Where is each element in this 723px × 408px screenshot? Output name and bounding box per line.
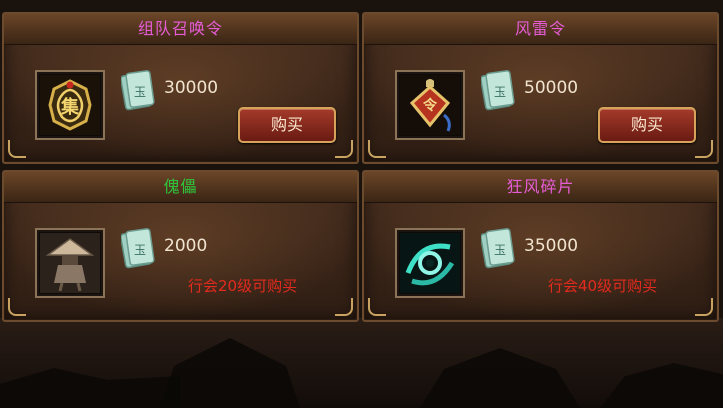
puppet-icon	[40, 233, 100, 293]
guild-level-requirement: 行会40级可购买	[548, 277, 658, 295]
item-price: 30000	[164, 78, 219, 98]
background-scenery	[0, 318, 723, 408]
ornament-corner	[8, 298, 26, 316]
wind-thunder-token-icon: 令	[400, 75, 460, 135]
ornament-corner	[695, 140, 713, 158]
ornament-corner	[368, 298, 386, 316]
ornament-corner	[368, 140, 386, 158]
svg-text:玉: 玉	[494, 85, 506, 99]
item-title: 傀儡	[4, 172, 357, 203]
jade-coupon-icon: 玉	[121, 228, 155, 269]
item-slot[interactable]	[35, 228, 105, 298]
item-title: 风雷令	[364, 14, 717, 45]
svg-text:玉: 玉	[134, 243, 146, 257]
svg-text:令: 令	[422, 97, 438, 114]
team-summon-token-icon: 集	[40, 75, 100, 135]
ornament-corner	[335, 298, 353, 316]
item-price: 2000	[164, 236, 208, 256]
svg-text:集: 集	[60, 96, 80, 118]
item-price: 50000	[524, 78, 579, 98]
ornament-corner	[8, 140, 26, 158]
jade-coupon-icon: 玉	[121, 70, 155, 111]
jade-coupon-icon: 玉	[481, 70, 515, 111]
shop-card-gale-fragment: 狂风碎片 玉 35000 行会40级可购买	[362, 170, 719, 322]
item-slot[interactable]: 令	[395, 70, 465, 140]
buy-button[interactable]: 购买	[238, 107, 336, 143]
item-title: 组队召唤令	[4, 14, 357, 45]
shop-card-team-summon: 组队召唤令 集 玉 30000 购买	[2, 12, 359, 164]
ornament-corner	[695, 298, 713, 316]
item-price: 35000	[524, 236, 579, 256]
item-slot[interactable]	[395, 228, 465, 298]
shop-card-puppet: 傀儡 玉 2000 行会20级可购买	[2, 170, 359, 322]
ornament-corner	[335, 140, 353, 158]
gale-fragment-icon	[400, 233, 460, 293]
shop-card-wind-thunder: 风雷令 令 玉 50000 购买	[362, 12, 719, 164]
guild-level-requirement: 行会20级可购买	[188, 277, 298, 295]
jade-coupon-icon: 玉	[481, 228, 515, 269]
buy-button[interactable]: 购买	[598, 107, 696, 143]
item-slot[interactable]: 集	[35, 70, 105, 140]
item-title: 狂风碎片	[364, 172, 717, 203]
svg-text:玉: 玉	[134, 85, 146, 99]
svg-text:玉: 玉	[494, 243, 506, 257]
